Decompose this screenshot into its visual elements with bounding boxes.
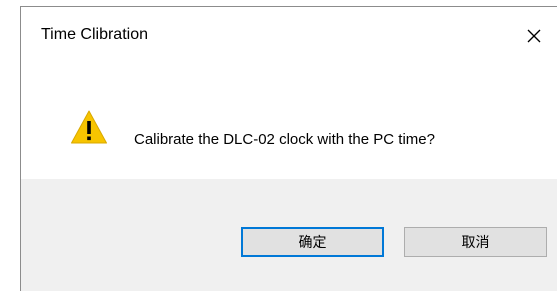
message-dialog: Time Clibration Calibrate the DLC-02 clo…	[20, 6, 557, 291]
dialog-content: Calibrate the DLC-02 clock with the PC t…	[21, 65, 557, 179]
warning-icon	[71, 110, 107, 144]
ok-button[interactable]: 确定	[241, 227, 384, 257]
cancel-button[interactable]: 取消	[404, 227, 547, 257]
title-bar[interactable]: Time Clibration	[21, 7, 557, 65]
dialog-message: Calibrate the DLC-02 clock with the PC t…	[134, 131, 435, 148]
dialog-title: Time Clibration	[41, 26, 148, 43]
button-bar: 确定 取消	[21, 179, 557, 291]
close-icon	[527, 29, 541, 43]
close-button[interactable]	[511, 7, 557, 65]
